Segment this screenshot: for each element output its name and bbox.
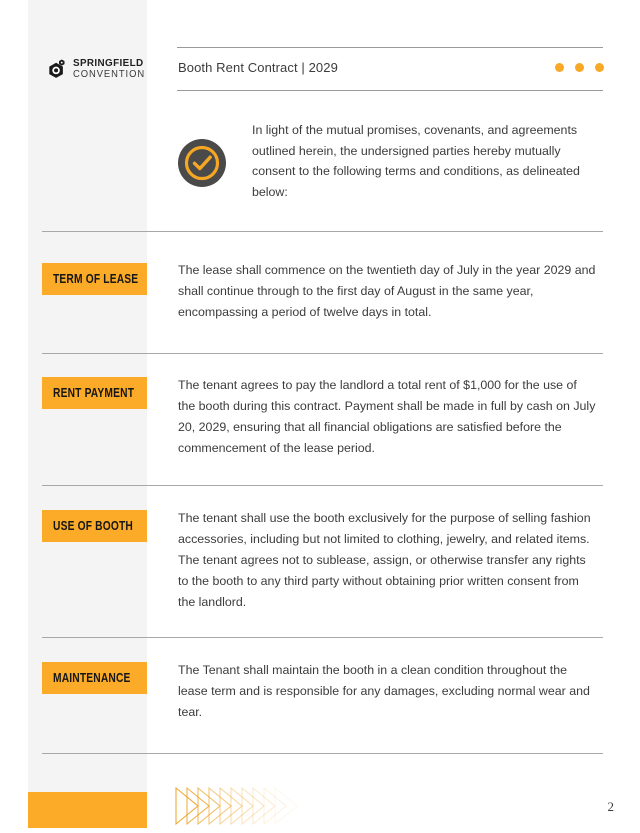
section-label-text: MAINTENANCE [53,671,131,685]
section-label-text: TERM OF LEASE [53,272,139,286]
section-label-rent-payment: RENT PAYMENT [42,377,147,409]
page-number: 2 [607,799,615,814]
section-divider [42,753,603,754]
section-body-term-of-lease: The lease shall commence on the twentiet… [178,263,596,319]
section-label-maintenance: MAINTENANCE [42,662,147,694]
section-body-use-of-booth: The tenant shall use the booth exclusive… [178,511,591,609]
section-divider [42,231,603,232]
brand-name-line1: SPRINGFIELD [73,57,144,70]
intro-paragraph: In light of the mutual promises, covenan… [252,123,580,199]
section-divider [42,353,603,354]
check-circle-icon [178,139,226,187]
brand-logo: SPRINGFIELD CONVENTION [46,56,146,82]
header-dot [595,63,604,72]
section-label-text: RENT PAYMENT [53,386,135,400]
sidebar-column [28,0,147,828]
header-dot [575,63,584,72]
section-label-term-of-lease: TERM OF LEASE [42,263,147,295]
brand-name-line2: CONVENTION [73,68,146,80]
section-body-maintenance: The Tenant shall maintain the booth in a… [178,663,590,719]
hexagon-badge-icon [46,58,68,81]
header-dot [555,63,564,72]
footer-accent-block [28,792,147,828]
chevron-arrows-decoration [172,784,312,828]
section-label-use-of-booth: USE OF BOOTH [42,510,147,542]
section-body-rent-payment: The tenant agrees to pay the landlord a … [178,378,596,455]
page-title: Booth Rent Contract | 2029 [178,60,338,75]
header-rule-bottom [177,90,603,91]
section-label-text: USE OF BOOTH [53,519,133,533]
header-rule-top [177,47,603,48]
section-divider [42,485,603,486]
header-dot-group [555,63,604,72]
section-divider [42,637,603,638]
